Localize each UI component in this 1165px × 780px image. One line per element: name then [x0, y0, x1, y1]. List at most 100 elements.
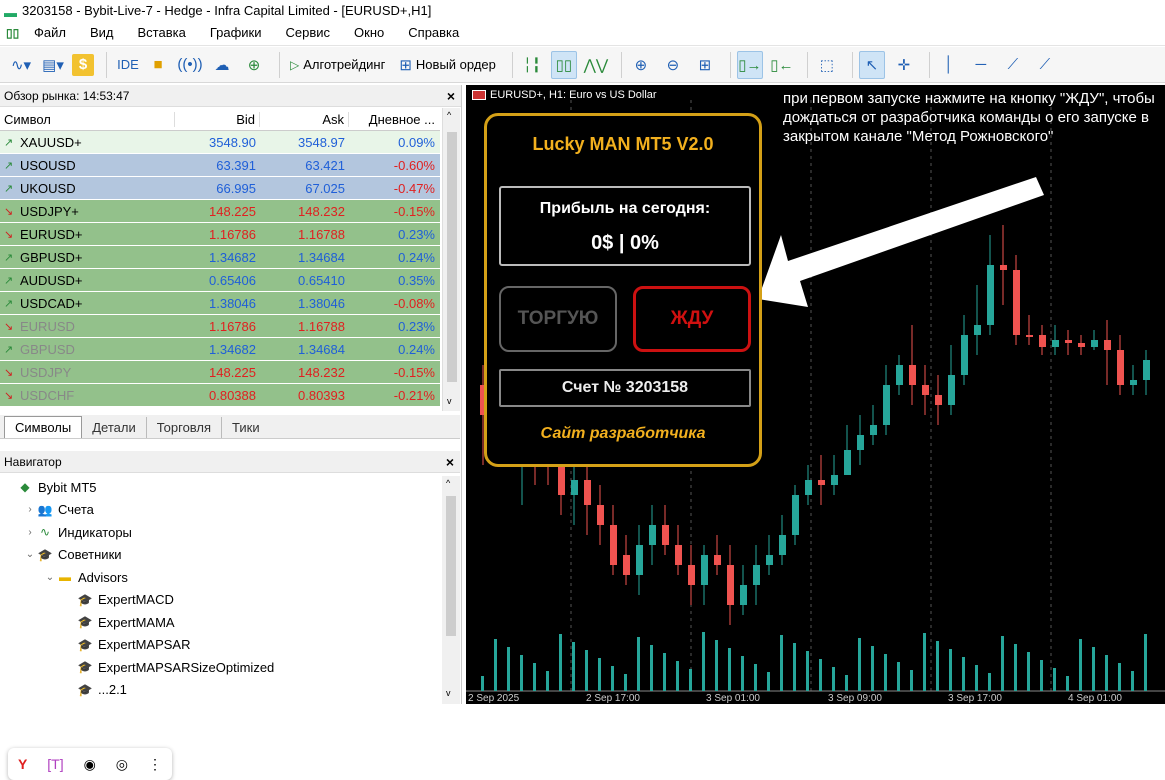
col-change[interactable]: Дневное ...	[349, 112, 439, 127]
developer-link[interactable]: Сайт разработчика	[487, 425, 759, 443]
candle-body	[1000, 265, 1007, 270]
tree-item[interactable]: 🎓 ...2.1	[0, 679, 442, 702]
signals-icon[interactable]: ((•))	[177, 51, 203, 79]
scroll-up-icon[interactable]: ^	[447, 110, 451, 120]
candle-body	[1143, 360, 1150, 380]
scroll-up-icon[interactable]: ^	[446, 478, 450, 488]
close-icon[interactable]: ×	[447, 88, 455, 104]
table-row[interactable]: ↗ AUDUSD+ 0.65406 0.65410 0.35%	[0, 269, 440, 292]
new-order-button[interactable]: ⊞ Новый ордер	[395, 51, 500, 79]
table-row[interactable]: ↗ USOUSD 63.391 63.421 -0.60%	[0, 154, 440, 177]
app-logo-icon: ▬	[4, 5, 17, 20]
zoom-out-icon[interactable]: ⊖	[660, 51, 686, 79]
cursor-icon[interactable]: ↖	[858, 50, 885, 79]
grid-icon[interactable]: ⊞	[692, 51, 718, 79]
col-ask[interactable]: Ask	[260, 111, 349, 127]
chevron-right-icon[interactable]: ›	[24, 527, 36, 538]
menu-tools[interactable]: Сервис	[286, 25, 331, 40]
menu-insert[interactable]: Вставка	[138, 25, 186, 40]
eye-icon[interactable]: ◉	[84, 756, 96, 773]
horizontal-line-icon[interactable]: ─	[968, 51, 994, 79]
zoom-in-icon[interactable]: ⊕	[628, 51, 654, 79]
tree-item[interactable]: 🎓 ExpertMAMA	[0, 611, 442, 634]
volume-bar	[1014, 644, 1017, 691]
tree-item[interactable]: 🎓 ExpertMAPSARSizeOptimized	[0, 656, 442, 679]
vertical-line-icon[interactable]: │	[936, 51, 962, 79]
trend-line-icon[interactable]: ⟋	[1000, 51, 1026, 79]
tree-item-label: Счета	[58, 502, 94, 518]
bid-cell: 1.38046	[209, 295, 256, 311]
more-icon[interactable]: ⋮	[148, 756, 162, 773]
tab-details[interactable]: Детали	[82, 417, 147, 438]
volume-bar	[962, 657, 965, 691]
menu-window[interactable]: Окно	[354, 25, 384, 40]
table-row[interactable]: ↗ USDCAD+ 1.38046 1.38046 -0.08%	[0, 292, 440, 315]
tab-symbols[interactable]: Символы	[4, 416, 83, 438]
algo-trading-button[interactable]: ▷ Алготрейдинг	[286, 51, 389, 79]
arrow-up-icon: ↗	[4, 251, 14, 264]
tree-item[interactable]: ⌄ 🎓 Советники	[0, 544, 442, 567]
table-row[interactable]: ↘ USDCHF 0.80388 0.80393 -0.21%	[0, 384, 440, 407]
menu-view[interactable]: Вид	[90, 25, 114, 40]
yandex-icon[interactable]: Y	[18, 756, 27, 772]
scroll-down-icon[interactable]: v	[446, 688, 451, 698]
candles-icon[interactable]: ▯▯	[550, 50, 577, 79]
menu-charts[interactable]: Графики	[210, 25, 262, 40]
table-row[interactable]: ↗ GBPUSD 1.34682 1.34684 0.24%	[0, 338, 440, 361]
tree-item[interactable]: 🎓 ExpertMACD	[0, 589, 442, 612]
expert-icon: 🎓	[77, 682, 93, 697]
trading-button[interactable]: ТОРГУЮ	[499, 286, 617, 352]
translate-icon[interactable]: [T]	[47, 756, 63, 772]
table-row[interactable]: ↘ USDJPY 148.225 148.232 -0.15%	[0, 361, 440, 384]
scroll-thumb[interactable]	[447, 132, 457, 382]
candle-body	[987, 265, 994, 325]
scroll-thumb[interactable]	[446, 496, 456, 636]
tree-item[interactable]: ⌄ ▬ Advisors	[0, 566, 442, 589]
vps-cloud-icon[interactable]: ☁	[209, 51, 235, 79]
market-watch-scrollbar[interactable]: ^ v	[442, 108, 460, 411]
add-icon[interactable]: ⊕	[241, 51, 267, 79]
ide-button[interactable]: IDE	[113, 51, 139, 79]
chevron-down-icon[interactable]: ⌄	[44, 572, 56, 583]
menu-help[interactable]: Справка	[408, 25, 459, 40]
table-row[interactable]: ↗ GBPUSD+ 1.34682 1.34684 0.24%	[0, 246, 440, 269]
crosshair-icon[interactable]: ✛	[891, 51, 917, 79]
screenshot-icon[interactable]: ⬚	[814, 51, 840, 79]
tree-item[interactable]: › 👥 Счета	[0, 499, 442, 522]
tab-trading[interactable]: Торговля	[147, 417, 223, 438]
market-dollar-icon[interactable]: $	[72, 53, 94, 76]
line-chart-icon[interactable]: ⋀⋁	[583, 51, 609, 79]
scroll-down-icon[interactable]: v	[447, 396, 452, 406]
chart-shift-icon[interactable]: ▯←	[769, 51, 795, 79]
volume-bar	[663, 653, 666, 691]
col-bid[interactable]: Bid	[175, 111, 260, 127]
bid-cell: 3548.90	[209, 134, 256, 150]
table-row[interactable]: ↘ EURUSD 1.16786 1.16788 0.23%	[0, 315, 440, 338]
profiles-icon[interactable]: ▤▾	[40, 51, 66, 79]
close-icon[interactable]: ×	[446, 454, 454, 470]
col-symbol[interactable]: Символ	[0, 111, 175, 127]
new-chart-icon[interactable]: ∿▾	[8, 51, 34, 79]
market-bag-icon[interactable]: ■	[145, 51, 171, 79]
menu-file[interactable]: Файл	[34, 25, 66, 40]
chevron-down-icon[interactable]: ⌄	[24, 549, 36, 560]
more-tools-icon[interactable]: ⟋	[1032, 51, 1058, 79]
tree-item[interactable]: 🎓 ExpertMAPSAR	[0, 634, 442, 657]
autoscroll-icon[interactable]: ▯→	[736, 50, 763, 79]
tree-item[interactable]: ◆ Bybit MT5	[0, 476, 442, 499]
table-row[interactable]: ↗ XAUUSD+ 3548.90 3548.97 0.09%	[0, 131, 440, 154]
navigator-scrollbar[interactable]: ^ v	[442, 476, 460, 704]
table-row[interactable]: ↗ UKOUSD 66.995 67.025 -0.47%	[0, 177, 440, 200]
table-row[interactable]: ↘ USDJPY+ 148.225 148.232 -0.15%	[0, 200, 440, 223]
lens-icon[interactable]: ◎	[116, 756, 128, 773]
bar-chart-icon[interactable]: ╎╏	[519, 51, 545, 79]
floating-browser-toolbar: Y [T] ◉ ◎ ⋮	[8, 748, 172, 780]
tab-ticks[interactable]: Тики	[222, 417, 270, 438]
candle-body	[1052, 340, 1059, 347]
candle-body	[831, 475, 838, 485]
chevron-right-icon[interactable]: ›	[24, 504, 36, 515]
table-row[interactable]: ↘ EURUSD+ 1.16786 1.16788 0.23%	[0, 223, 440, 246]
chart-window[interactable]: EURUSD+, H1: Euro vs US Dollar при перво…	[466, 85, 1165, 704]
tree-item[interactable]: › ∿ Индикаторы	[0, 521, 442, 544]
waiting-button[interactable]: ЖДУ	[633, 286, 751, 352]
